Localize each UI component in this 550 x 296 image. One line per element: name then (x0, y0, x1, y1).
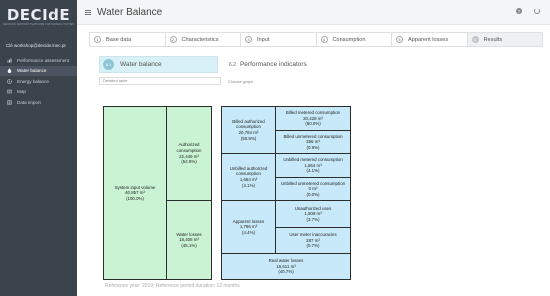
logo-subtitle: DECISION SUPPORT PLATFORM FOR WATER UTIL… (2, 22, 75, 26)
header-actions: ? (516, 8, 540, 14)
step-number: 5 (396, 36, 403, 43)
tab-performance-indicators[interactable]: 6.2 Performance indicators (218, 56, 307, 73)
step-label: Results (483, 36, 503, 43)
map-icon (6, 89, 12, 95)
step-label: Characteristics (181, 36, 219, 43)
power-icon[interactable] (534, 8, 540, 14)
sidebar-item-energy-balance[interactable]: Energy balance (0, 76, 77, 87)
step-label: Apparent losses (408, 36, 449, 43)
cell-percent: (4.4%) (242, 229, 255, 235)
subtab-number: 6.2 (229, 61, 236, 68)
droplet-icon (6, 68, 12, 74)
cell-percent: (4.1%) (242, 182, 255, 188)
tab-water-balance[interactable]: 6.1 Water balance (99, 56, 218, 73)
step-number: 6 (471, 36, 479, 43)
sidebar-item-performance-assessment[interactable]: Performance assessment (0, 55, 77, 66)
sidebar-item-map[interactable]: Map (0, 87, 77, 98)
cell-percent: (54.9%) (181, 159, 197, 165)
step-label: Input (257, 36, 270, 43)
bolt-icon (6, 78, 12, 84)
cell-percent: (0.9%) (306, 144, 320, 150)
hamburger-menu-icon[interactable] (85, 9, 91, 16)
wizard-steps: 1 Base data 2 Characteristics 3 Input 4 Cons… (89, 32, 543, 47)
sidebar: DECIdE DECISION SUPPORT PLATFORM FOR WAT… (0, 0, 77, 296)
step-apparent-losses[interactable]: 5 Apparent losses (392, 33, 468, 46)
real-water-losses-cell: Real water losses 16,611 m³ (40.7%) (221, 253, 351, 280)
table-icon (6, 99, 12, 105)
step-number: 2 (169, 36, 177, 43)
cell-percent: (0.7%) (306, 243, 320, 249)
result-subtabs: 6.1 Water balance 6.2 Performance indica… (99, 56, 307, 73)
step-consumption[interactable]: 4 Consumption (316, 33, 392, 46)
table-type-select[interactable]: Detailed table (99, 77, 221, 85)
unauthorized-uses-cell: Unauthorized uses 1,509 m³ (3.7%) (275, 200, 351, 228)
subtab-number: 6.1 (103, 59, 114, 70)
billed-unmetered-consumption-cell: Billed unmetered consumption 356 m³ (0.9… (275, 130, 351, 154)
step-label: Base data (106, 36, 132, 43)
apparent-losses-cell: Apparent losses 1,796 m³ (4.4%) (221, 200, 276, 254)
sidebar-item-water-balance[interactable]: Water balance (0, 65, 77, 76)
cell-title: Unbilled authorized consumption (229, 165, 268, 177)
step-number: 3 (245, 36, 252, 43)
user-email: Clé workshop@decide.lnec.pt (6, 43, 66, 48)
cell-percent: (50.9%) (240, 135, 257, 141)
subtab-label: Water balance (120, 61, 162, 68)
user-meter-inaccuracies-cell: User meter inaccuracies 287 m³ (0.7%) (275, 227, 351, 254)
unbilled-authorized-consumption-cell: Unbilled authorized consumption 1,664 m³… (221, 153, 276, 201)
cell-title: Billed authorized consumption (232, 118, 265, 130)
step-base-data[interactable]: 1 Base data (90, 33, 166, 46)
sidebar-nav: Performance assessment Water balance Ene… (0, 55, 77, 108)
help-icon[interactable]: ? (516, 8, 522, 14)
reference-footnote: Reference year: 2019; Reference period d… (105, 283, 240, 289)
step-number: 1 (94, 36, 101, 43)
top-header: Water Balance ? (77, 0, 550, 25)
sidebar-item-label: Energy balance (17, 78, 49, 84)
sidebar-item-data-import[interactable]: Data import (0, 97, 77, 108)
cell-percent: (100.0%) (126, 195, 144, 201)
cell-percent: (45.1%) (181, 242, 197, 248)
step-number: 4 (320, 36, 328, 43)
authorized-consumption-cell: Authorized consumption 22,449 m³ (54.9%) (166, 106, 212, 201)
sidebar-item-label: Water balance (17, 68, 47, 74)
system-input-volume-cell: System input volume 40,857 m³ (100.0%) (103, 106, 167, 280)
bar-chart-icon (6, 57, 12, 63)
choose-graph-label[interactable]: Choose graph (228, 79, 253, 84)
cell-percent: (40.7%) (278, 269, 294, 275)
cell-percent: (3.7%) (306, 216, 320, 222)
subtab-label: Performance indicators (239, 61, 307, 68)
billed-metered-consumption-cell: Billed metered consumption 20,428 m³ (50… (275, 106, 351, 131)
cell-percent: (4.1%) (306, 168, 320, 174)
step-label: Consumption (332, 36, 366, 43)
logo-text: DECIdE (6, 5, 71, 24)
logo[interactable]: DECIdE DECISION SUPPORT PLATFORM FOR WAT… (0, 0, 77, 33)
unbilled-metered-consumption-cell: Unbilled metered consumption 1,664 m³ (4… (275, 153, 351, 178)
sidebar-item-label: Data import (17, 99, 41, 105)
unbilled-unmetered-consumption-cell: Unbilled unmetered consumption 0 m³ (0.0… (275, 177, 351, 201)
water-losses-cell: Water losses 18,408 m³ (45.1%) (166, 200, 212, 280)
sidebar-item-label: Performance assessment (17, 57, 70, 63)
cell-title: Authorized consumption (176, 142, 202, 153)
step-results[interactable]: 6 Results (467, 33, 542, 46)
step-characteristics[interactable]: 2 Characteristics (165, 33, 241, 46)
billed-authorized-consumption-cell: Billed authorized consumption 20,784 m³ … (221, 106, 276, 154)
page-title: Water Balance (97, 6, 163, 18)
step-input[interactable]: 3 Input (241, 33, 317, 46)
cell-percent: (0.0%) (306, 191, 320, 197)
sidebar-item-label: Map (17, 89, 26, 95)
cell-percent: (50.0%) (305, 121, 321, 127)
